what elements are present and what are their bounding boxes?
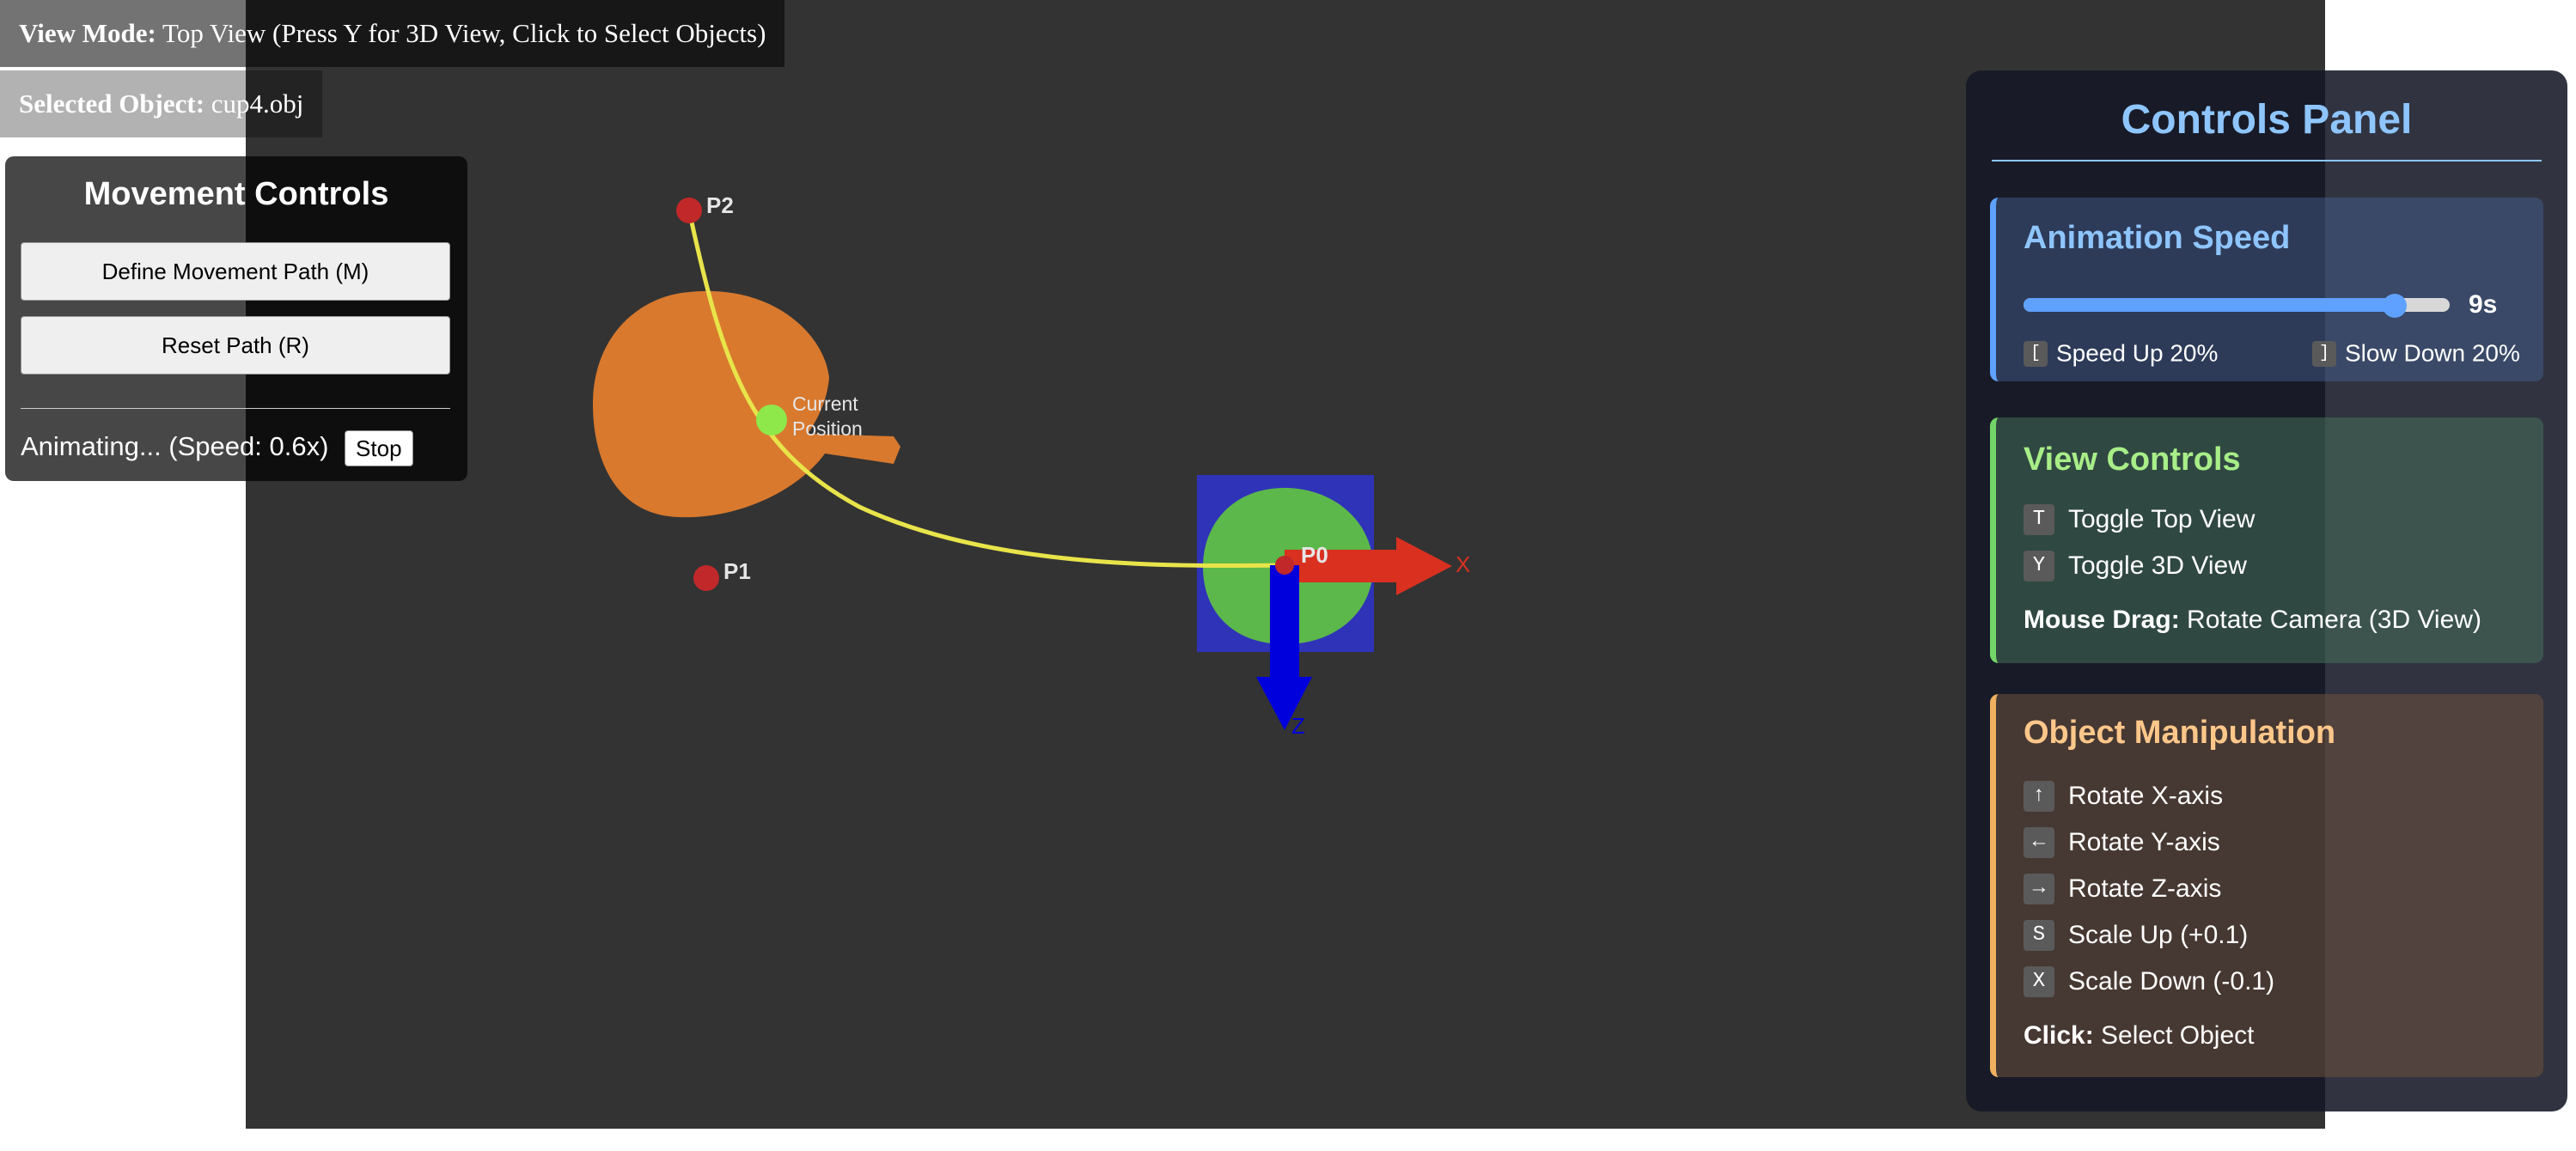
rotate-z-hint: → Rotate Z-axis [2024, 871, 2221, 906]
arrow-right-key-icon: → [2024, 874, 2054, 905]
slow-down-hint: ] Slow Down 20% [2312, 335, 2520, 371]
x-axis-label: X [1456, 551, 1470, 577]
rotate-y-hint: ← Rotate Y-axis [2024, 825, 2220, 860]
speed-up-hint: [ Speed Up 20% [2024, 335, 2218, 371]
controls-panel-divider [1992, 160, 2542, 161]
rotate-x-label: Rotate X-axis [2068, 782, 2224, 811]
control-point-p2[interactable] [676, 198, 702, 223]
selected-object-value: cup4.obj [211, 88, 304, 119]
slow-down-key: ] [2312, 340, 2336, 367]
reset-path-button[interactable]: Reset Path (R) [21, 316, 450, 375]
z-axis-label: Z [1291, 713, 1305, 739]
click-label: Click: [2024, 1021, 2094, 1050]
stop-button[interactable]: Stop [345, 429, 413, 466]
p2-label: P2 [706, 192, 734, 218]
mouse-drag-hint: Mouse Drag: Rotate Camera (3D View) [2024, 603, 2481, 637]
controls-panel-title: Controls Panel [2121, 97, 2413, 143]
selected-object-label: Selected Object: [19, 88, 205, 119]
object-manipulation-section: Object Manipulation ↑ Rotate X-axis ← Rota… [1990, 694, 2543, 1077]
current-position-label-line2: Position [792, 417, 863, 440]
click-text: Select Object [2101, 1021, 2255, 1050]
current-position-label-line1: Current [792, 393, 858, 415]
movement-divider [21, 408, 450, 409]
scale-up-key: S [2024, 920, 2054, 952]
speed-up-label: Speed Up 20% [2056, 339, 2219, 367]
speed-value-label: 9s [2469, 290, 2498, 319]
define-movement-path-button[interactable]: Define Movement Path (M) [21, 242, 450, 301]
speed-up-key: [ [2024, 340, 2048, 367]
view-mode-value: Top View (Press Y for 3D View, Click to … [162, 18, 766, 48]
movement-controls-panel: Movement Controls Define Movement Path (… [5, 156, 467, 481]
movement-controls-title: Movement Controls [83, 176, 389, 212]
scale-up-label: Scale Up (+0.1) [2068, 921, 2249, 950]
toggle-3d-view-hint: Y Toggle 3D View [2024, 548, 2247, 583]
p1-label: P1 [723, 558, 751, 584]
selected-object-status: Selected Object: cup4.obj [0, 70, 323, 137]
speed-slider-thumb[interactable] [2382, 294, 2407, 318]
view-mode-status: View Mode: Top View (Press Y for 3D View… [0, 0, 785, 67]
arrow-up-key-icon: ↑ [2024, 781, 2054, 813]
z-axis-shaft [1270, 565, 1299, 677]
animation-status-row: Animating... (Speed: 0.6x) Stop [21, 428, 413, 466]
scale-down-hint: X Scale Down (-0.1) [2024, 964, 2274, 999]
toggle-top-view-hint: T Toggle Top View [2024, 502, 2255, 537]
control-point-p1[interactable] [693, 565, 719, 591]
speed-slider-fill [2024, 298, 2395, 312]
click-select-hint: Click: Select Object [2024, 1019, 2254, 1053]
arrow-left-key-icon: ← [2024, 827, 2054, 859]
rotate-z-label: Rotate Z-axis [2068, 874, 2222, 904]
rotate-x-hint: ↑ Rotate X-axis [2024, 778, 2223, 813]
view-controls-section: View Controls T Toggle Top View Y Toggle 3… [1990, 417, 2543, 663]
view-mode-label: View Mode: [19, 18, 156, 48]
scale-up-hint: S Scale Up (+0.1) [2024, 917, 2248, 953]
current-position-marker [756, 405, 787, 435]
rotate-y-label: Rotate Y-axis [2068, 828, 2220, 857]
top-view-key: T [2024, 504, 2054, 536]
3d-view-key: Y [2024, 551, 2054, 582]
toggle-top-view-label: Toggle Top View [2068, 505, 2256, 534]
x-axis-arrowhead [1396, 537, 1452, 595]
animation-speed-heading: Animation Speed [2024, 220, 2291, 256]
toggle-3d-view-label: Toggle 3D View [2068, 551, 2247, 581]
mouse-drag-text: Rotate Camera (3D View) [2187, 606, 2481, 634]
controls-panel: Controls Panel Animation Speed 9s [ Speed… [1966, 70, 2567, 1111]
p0-label: P0 [1301, 542, 1328, 568]
slow-down-label: Slow Down 20% [2345, 339, 2520, 367]
animation-speed-section: Animation Speed 9s [ Speed Up 20% ] Slow D… [1990, 198, 2543, 381]
control-point-p0[interactable] [1275, 556, 1294, 575]
scale-down-label: Scale Down (-0.1) [2068, 967, 2275, 996]
scale-down-key: X [2024, 966, 2054, 998]
object-manipulation-heading: Object Manipulation [2024, 715, 2336, 751]
view-controls-heading: View Controls [2024, 442, 2241, 478]
mouse-drag-label: Mouse Drag: [2024, 606, 2180, 634]
animating-status-text: Animating... (Speed: 0.6x) [21, 431, 329, 461]
